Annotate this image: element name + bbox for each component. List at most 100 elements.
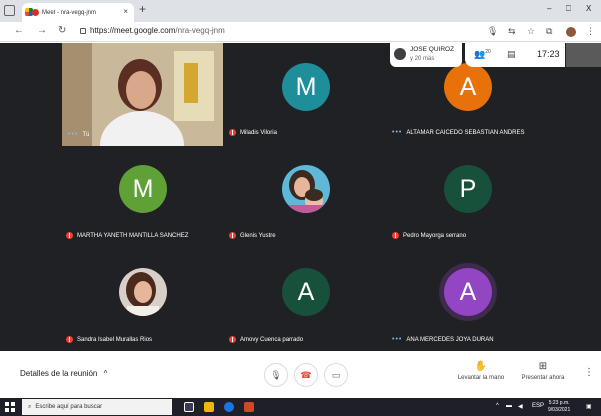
more-options-icon[interactable]: ⋮ [584, 367, 594, 378]
raise-hand-label: Levantar la mano [457, 375, 505, 381]
people-count: 20 [485, 49, 491, 55]
hang-up-icon: ☎ [300, 369, 312, 380]
reload-icon[interactable]: ↻ [58, 25, 66, 36]
taskbar-clock[interactable]: 5:23 p.m. 9/03/2021 [548, 400, 570, 414]
taskbar-date: 9/03/2021 [548, 407, 571, 413]
mic-off-icon [229, 129, 236, 136]
address-bar: ← → ↻ https://meet.google.com/nra-vegq-j… [0, 22, 601, 42]
participant-tile-ana[interactable]: A ••• ANA MERCEDES JOYA DURAN [388, 248, 550, 351]
taskbar-search-placeholder: Escribe aquí para buscar [35, 404, 103, 410]
browser-menu-icon[interactable]: ⋮ [586, 26, 595, 37]
participant-photo [119, 268, 167, 316]
tab-meet[interactable]: Meet - nra-vegq-jnm × [22, 3, 134, 22]
avatar: A [282, 268, 330, 316]
participant-name: Miladis Viloria [229, 129, 277, 136]
chrome-edge-icon[interactable] [224, 402, 234, 412]
windows-taskbar: ⌕ Escribe aquí para buscar ^ ▬ ◀ ESP 5:2… [0, 398, 601, 416]
tab-title: Meet - nra-vegq-jnm [42, 9, 97, 16]
powerpoint-icon[interactable] [244, 402, 254, 412]
maximize-button[interactable]: ⎕ [566, 4, 571, 14]
self-view-thumbnail[interactable] [566, 43, 601, 67]
language-indicator[interactable]: ESP [532, 403, 544, 409]
tray-chevron-icon[interactable]: ^ [496, 403, 499, 409]
taskbar-search-box[interactable]: ⌕ Escribe aquí para buscar [22, 399, 172, 415]
participant-tile-miladis[interactable]: M Miladis Viloria [225, 43, 387, 146]
participant-name: ••• ALTAMAR CAICEDO SEBASTIAN ANDRES [392, 129, 525, 136]
participant-photo [282, 165, 330, 213]
mic-in-use-icon[interactable]: 🎙 [487, 26, 498, 37]
window-close-button[interactable]: X [586, 4, 591, 13]
presenter-more: y 20 más [410, 56, 435, 62]
participant-grid: ••• Tú M Miladis Viloria A ••• ALTAMAR CAI… [62, 43, 550, 351]
present-icon: ⊞ [538, 361, 548, 372]
present-now-label: Presentar ahora [521, 375, 565, 381]
profile-avatar[interactable] [566, 27, 576, 37]
screen: Meet - nra-vegq-jnm × + – ⎕ X ← → ↻ http… [0, 0, 601, 416]
participant-tile-martha[interactable]: M MARTHA YANETH MANTILLA SANCHEZ [62, 147, 224, 247]
task-view-icon[interactable] [184, 402, 194, 412]
leave-call-button[interactable]: ☎ [294, 363, 318, 387]
recording-indicator-icon [32, 9, 39, 16]
audio-level-icon: ••• [392, 129, 403, 136]
extensions-icon[interactable]: ⧉ [546, 26, 552, 37]
presenter-pill[interactable]: JOSE QUIROZ y 20 más [390, 43, 462, 67]
back-arrow-icon[interactable]: ← [14, 25, 24, 36]
mic-off-icon [66, 336, 73, 343]
mic-off-icon [229, 336, 236, 343]
raise-hand-button[interactable]: ✋ Levantar la mano [451, 361, 511, 381]
network-icon[interactable]: ▬ [506, 403, 512, 409]
browser-tab-strip: Meet - nra-vegq-jnm × + – ⎕ X [0, 0, 601, 22]
chat-icon[interactable]: ▤ [507, 49, 516, 60]
avatar: M [119, 165, 167, 213]
file-explorer-icon[interactable] [204, 402, 214, 412]
microphone-button[interactable]: 🎙 [264, 363, 288, 387]
chevron-up-icon: ^ [103, 369, 108, 378]
new-tab-button[interactable]: + [139, 2, 146, 16]
participant-tile-glenis[interactable]: Glenis Yustre [225, 147, 387, 247]
search-icon: ⌕ [28, 403, 32, 410]
audio-level-icon: ••• [392, 336, 403, 343]
url-path: /nra-vegq-jnm [175, 26, 225, 35]
camera-button[interactable]: ▭ [324, 363, 348, 387]
avatar: A [444, 63, 492, 111]
mic-off-icon [66, 232, 73, 239]
microphone-icon: 🎙 [270, 369, 282, 380]
participant-tile-sandra[interactable]: Sandra Isabel Murallas Rios [62, 248, 224, 351]
url-field[interactable]: https://meet.google.com/nra-vegq-jnm [80, 26, 225, 35]
participant-name: ••• ANA MERCEDES JOYA DURAN [392, 336, 494, 343]
avatar: A [444, 268, 492, 316]
mic-off-icon [392, 232, 399, 239]
participant-tile-amovy[interactable]: A Amovy Cuenca parrado [225, 248, 387, 351]
taskbar-time: 5:23 p.m. [548, 400, 570, 406]
meeting-details-button[interactable]: Detalles de la reunión ^ [20, 369, 107, 378]
participant-tile-pedro[interactable]: P Pedro Mayorga serrano [388, 147, 550, 247]
volume-icon[interactable]: ◀ [518, 403, 523, 410]
audio-level-icon: ••• [68, 131, 79, 138]
mic-off-icon [229, 232, 236, 239]
participant-tile-self[interactable]: ••• Tú [62, 43, 223, 146]
windows-start-icon[interactable] [5, 402, 15, 412]
presenter-name: JOSE QUIROZ [410, 46, 455, 53]
translate-icon[interactable]: ⇆ [508, 26, 516, 37]
forward-arrow-icon[interactable]: → [37, 25, 47, 36]
people-button[interactable]: 👥20 [474, 49, 491, 60]
participant-name: Sandra Isabel Murallas Rios [66, 336, 152, 343]
participant-name: ••• Tú [68, 131, 90, 138]
meeting-details-label: Detalles de la reunión [20, 369, 98, 378]
presenter-avatar [394, 48, 406, 60]
url-host: https://meet.google.com [90, 26, 176, 35]
participant-name: Pedro Mayorga serrano [392, 232, 466, 239]
notifications-icon[interactable]: ▣ [586, 403, 592, 410]
meeting-controls-bar: Detalles de la reunión ^ 🎙 ☎ ▭ ✋ Levanta… [0, 351, 601, 398]
bookmark-star-icon[interactable]: ☆ [527, 26, 535, 37]
tab-actions-icon[interactable] [4, 5, 15, 16]
participant-name: Amovy Cuenca parrado [229, 336, 303, 343]
minimize-button[interactable]: – [547, 4, 551, 13]
tab-close-icon[interactable]: × [123, 7, 128, 16]
camera-icon: ▭ [331, 369, 341, 380]
meeting-clock: 17:23 [537, 49, 560, 59]
lock-icon [80, 27, 86, 34]
present-now-button[interactable]: ⊞ Presentar ahora [513, 361, 573, 381]
participant-name: MARTHA YANETH MANTILLA SANCHEZ [66, 232, 188, 239]
avatar: M [282, 63, 330, 111]
